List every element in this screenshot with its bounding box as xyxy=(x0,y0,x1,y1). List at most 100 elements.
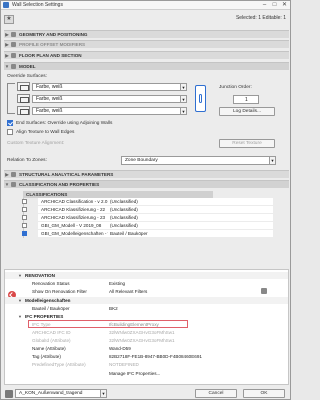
align-texture-checkbox[interactable] xyxy=(7,129,13,135)
property-group-ifc[interactable]: ▼ IFC PROPERTIES xyxy=(5,313,288,320)
chevron-right-icon: ▶ xyxy=(5,31,9,37)
relation-to-zones-value: Zone Boundary xyxy=(125,158,158,163)
classification-row[interactable]: ARCHICAD Classification - v 2.0 (Unclass… xyxy=(22,198,273,206)
panel-model[interactable]: ▼ MODEL xyxy=(4,62,289,70)
cancel-button[interactable]: Cancel xyxy=(195,389,237,398)
property-value: BK2 xyxy=(109,306,118,311)
property-row[interactable]: Bauteil / Bauköper BK2 xyxy=(5,305,288,312)
panel-model-label: MODEL xyxy=(19,64,36,69)
junction-order-value: 1 xyxy=(245,96,248,103)
property-group-modelleigenschaften[interactable]: ▼ Modelleigenschaften xyxy=(5,297,288,304)
classifications-header: CLASSIFICATIONS xyxy=(23,191,213,198)
favorites-button[interactable]: ★ xyxy=(4,14,14,24)
surface-picker-2[interactable]: Farbe, weiß xyxy=(32,94,181,103)
property-row[interactable]: Renovation Status Existing xyxy=(5,280,288,287)
classification-checkbox[interactable] xyxy=(22,215,27,220)
property-row[interactable]: Show On Renovation Filter All Relevant F… xyxy=(5,288,288,295)
structural-icon xyxy=(11,172,16,177)
panel-profile[interactable]: ▶ PROFILE OFFSET MODIFIERS xyxy=(4,40,289,48)
property-row[interactable]: ARCHICAD IFC ID 32lWNlw0ZXAGHvG3oFMhSw1 xyxy=(5,329,288,336)
relation-to-zones-label: Relation To Zones: xyxy=(7,158,47,163)
panel-structural[interactable]: ▶ STRUCTURAL ANALYTICAL PARAMETERS xyxy=(4,170,289,178)
property-value: Existing xyxy=(109,281,126,286)
geometry-icon xyxy=(11,32,16,37)
minimize-icon[interactable]: – xyxy=(261,2,268,9)
chevron-down-icon[interactable]: ▼ xyxy=(181,106,187,115)
override-surfaces-label: Override Surfaces: xyxy=(7,74,47,79)
property-name: PredefinedType (Attribute) xyxy=(32,362,86,367)
classification-row[interactable]: GBI_GM_Modelleigenschaften - V 2019_08 B… xyxy=(22,230,273,238)
surface-override-toggle-3[interactable] xyxy=(17,106,30,115)
maximize-icon[interactable]: □ xyxy=(271,2,278,9)
property-group-label: RENOVATION xyxy=(25,273,55,278)
classification-value: (Unclassified) xyxy=(110,223,138,228)
property-row[interactable]: GlobalId (Attribute) 32lWNlw0ZXAGHvG3oFM… xyxy=(5,337,288,344)
chevron-down-icon[interactable]: ▼ xyxy=(181,94,187,103)
panel-floor-label: FLOOR PLAN AND SECTION xyxy=(19,53,82,58)
classification-value: (Unclassified) xyxy=(110,207,138,212)
filter-icon[interactable] xyxy=(261,288,267,294)
property-row[interactable]: Name (Attribute) Wand-D59 xyxy=(5,345,288,352)
chevron-right-icon: ▶ xyxy=(5,171,9,177)
log-details-button[interactable]: Log Details... xyxy=(219,107,275,116)
classification-checkbox[interactable] xyxy=(22,223,27,228)
property-row[interactable]: PredefinedType (Attribute) NOTDEFINED xyxy=(5,361,288,368)
surface-link-bracket xyxy=(7,83,15,114)
property-row[interactable]: Tag (Attribute) 82B2718F-FE1B-8947-BB0D-… xyxy=(5,353,288,360)
end-surfaces-checkbox[interactable] xyxy=(7,120,13,126)
chevron-down-icon: ▼ xyxy=(269,157,275,164)
panel-classification[interactable]: ▼ CLASSIFICATION AND PROPERTIES xyxy=(4,180,289,188)
chevron-down-icon: ▼ xyxy=(4,182,10,187)
end-surfaces-label: End Surfaces: Override using Adjoining W… xyxy=(16,121,113,126)
chevron-down-icon[interactable]: ▼ xyxy=(181,82,187,91)
relation-to-zones-select[interactable]: Zone Boundary ▼ xyxy=(121,156,276,165)
property-value: Wand-D59 xyxy=(109,346,131,351)
chain-link-button[interactable] xyxy=(195,85,206,112)
classifications-table: ARCHICAD Classification - v 2.0 (Unclass… xyxy=(22,198,273,238)
classification-value: Bauteil / Bauköper xyxy=(110,231,148,236)
chevron-down-icon: ▼ xyxy=(18,273,22,278)
title-bar: Wall Selection Settings – □ ✕ xyxy=(1,1,290,10)
property-group-label: IFC PROPERTIES xyxy=(25,314,64,319)
surface-override-toggle-1[interactable] xyxy=(17,82,30,91)
surface-picker-1[interactable]: Farbe, weiß xyxy=(32,82,181,91)
chevron-right-icon: ▶ xyxy=(5,52,9,58)
reset-texture-button[interactable]: Reset Texture xyxy=(219,139,275,148)
surface-value-2: Farbe, weiß xyxy=(36,95,63,102)
panel-profile-label: PROFILE OFFSET MODIFIERS xyxy=(19,42,86,47)
window-title: Wall Selection Settings xyxy=(12,2,63,8)
classification-checkbox[interactable] xyxy=(22,207,27,212)
panel-floor-plan[interactable]: ▶ FLOOR PLAN AND SECTION xyxy=(4,51,289,59)
chevron-down-icon: ▼ xyxy=(100,390,106,397)
classification-value: (Unclassified) xyxy=(110,215,138,220)
property-name: Show On Renovation Filter xyxy=(32,289,87,294)
property-name: Name (Attribute) xyxy=(32,346,66,351)
classification-row[interactable]: GBI_GM_Modell - V 2019_08 (Unclassified) xyxy=(22,222,273,230)
surface-value-1: Farbe, weiß xyxy=(36,83,63,90)
classification-checkbox[interactable] xyxy=(22,231,27,236)
manage-ifc-properties-link[interactable]: Manage IFC Properties... xyxy=(109,371,160,376)
chevron-down-icon: ▼ xyxy=(18,314,22,319)
floor-plan-icon xyxy=(11,53,16,58)
panel-classification-label: CLASSIFICATION AND PROPERTIES xyxy=(19,182,100,187)
close-icon[interactable]: ✕ xyxy=(281,2,288,9)
property-value: 32lWNlw0ZXAGHvG3oFMhSw1 xyxy=(109,330,175,335)
ok-button[interactable]: OK xyxy=(243,389,285,398)
junction-order-input[interactable]: 1 xyxy=(233,95,259,104)
model-icon xyxy=(11,64,16,69)
chain-icon xyxy=(199,94,202,103)
property-group-renovation[interactable]: ▼ RENOVATION xyxy=(5,272,288,279)
property-value: 82B2718F-FE1B-8947-BB0D-F4B08460E691 xyxy=(109,354,202,359)
classification-row[interactable]: ARCHICAD Klassifizierung - 22 (Unclassif… xyxy=(22,206,273,214)
classification-name: GBI_GM_Modell - V 2019_08 xyxy=(41,223,102,228)
surface-override-toggle-2[interactable] xyxy=(17,94,30,103)
classification-row[interactable]: ARCHICAD Klassifizierung - 23 (Unclassif… xyxy=(22,214,273,222)
layer-select[interactable]: A_KON_Außenwand_tragend ▼ xyxy=(15,389,107,398)
property-row: Manage IFC Properties... xyxy=(5,370,288,377)
panel-geometry[interactable]: ▶ GEOMETRY AND POSITIONING xyxy=(4,30,289,38)
properties-list: ▼ RENOVATION Renovation Status Existing … xyxy=(4,269,289,385)
layer-value: A_KON_Außenwand_tragend xyxy=(19,391,83,396)
surface-picker-3[interactable]: Farbe, weiß xyxy=(32,106,181,115)
classification-checkbox[interactable] xyxy=(22,199,27,204)
layer-icon xyxy=(5,389,13,398)
